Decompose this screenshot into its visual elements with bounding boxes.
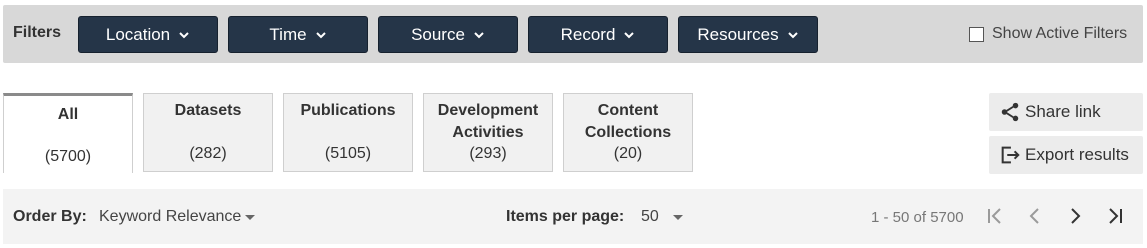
tab-development-activities-label-line2: Activities: [452, 124, 524, 141]
tab-content-collections[interactable]: Content Collections (20): [563, 93, 693, 172]
show-active-filters-toggle[interactable]: Show Active Filters: [969, 25, 1127, 43]
previous-page-icon: [1029, 208, 1039, 224]
caret-down-icon: [672, 214, 683, 220]
items-per-page-label: Items per page:: [506, 208, 625, 225]
tab-publications[interactable]: Publications (5105): [283, 93, 413, 172]
tab-publications-label: Publications: [300, 102, 396, 119]
tab-content-collections-label-line2: Collections: [584, 124, 672, 141]
tab-datasets[interactable]: Datasets (282): [143, 93, 273, 172]
share-icon: [1001, 102, 1019, 122]
chevron-down-icon: [179, 31, 189, 38]
chevron-down-icon: [787, 31, 798, 38]
location-filter-button[interactable]: Location: [78, 16, 218, 53]
export-results-label: Export results: [1025, 145, 1129, 164]
tab-all-label: All: [57, 106, 79, 123]
last-page-icon: [1109, 208, 1122, 224]
show-active-filters-label: Show Active Filters: [992, 25, 1128, 42]
location-filter-label: Location: [105, 24, 171, 44]
items-per-page-select[interactable]: 50: [641, 208, 683, 226]
export-results-button[interactable]: Export results: [989, 136, 1143, 174]
next-page-icon: [1071, 208, 1081, 224]
tab-content-collections-count: (20): [613, 145, 643, 162]
chevron-down-icon: [315, 31, 326, 38]
tab-development-activities-label-line1: Development: [437, 102, 539, 119]
resources-filter-button[interactable]: Resources: [678, 16, 818, 53]
first-page-icon: [988, 208, 1001, 224]
next-page-button[interactable]: [1064, 205, 1086, 227]
share-link-label: Share link: [1025, 102, 1101, 121]
tab-development-activities[interactable]: Development Activities (293): [423, 93, 553, 172]
source-filter-button[interactable]: Source: [378, 16, 518, 53]
order-by-value: Keyword Relevance: [99, 208, 242, 225]
tab-development-activities-count: (293): [469, 145, 507, 162]
record-filter-label: Record: [560, 24, 616, 44]
filters-label: Filters: [13, 24, 62, 41]
time-filter-button[interactable]: Time: [228, 16, 368, 53]
filter-bar: Filters Location Time Source Record Reso…: [3, 5, 1143, 63]
tab-content-collections-label-line1: Content: [597, 102, 659, 119]
results-toolbar: Order By: Keyword Relevance Items per pa…: [3, 189, 1143, 244]
share-link-button[interactable]: Share link: [989, 93, 1143, 131]
last-page-button[interactable]: [1104, 205, 1126, 227]
tab-datasets-label: Datasets: [174, 102, 242, 119]
chevron-down-icon: [624, 31, 635, 38]
tab-all[interactable]: All (5700): [3, 93, 133, 173]
caret-down-icon: [245, 214, 256, 220]
tab-publications-count: (5105): [324, 145, 372, 162]
export-icon: [1001, 146, 1020, 164]
first-page-button[interactable]: [984, 205, 1006, 227]
results-range: 1 - 50 of 5700: [871, 209, 964, 226]
record-filter-button[interactable]: Record: [528, 16, 668, 53]
order-by-select[interactable]: Keyword Relevance: [99, 208, 256, 226]
chevron-down-icon: [474, 31, 484, 38]
order-by-label: Order By:: [13, 208, 87, 225]
show-active-filters-checkbox[interactable]: [969, 26, 984, 42]
previous-page-button[interactable]: [1024, 205, 1046, 227]
source-filter-label: Source: [411, 24, 465, 44]
time-filter-label: Time: [269, 24, 307, 44]
tab-datasets-count: (282): [189, 145, 227, 162]
resources-filter-label: Resources: [697, 24, 779, 44]
tab-all-count: (5700): [44, 148, 92, 165]
items-per-page-value: 50: [641, 208, 659, 225]
